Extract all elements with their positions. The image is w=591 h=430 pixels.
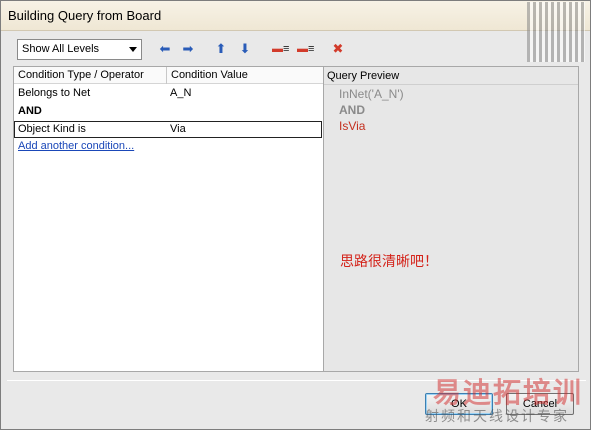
condition-type-cell[interactable]: Object Kind is [18,123,86,135]
watermark-tagline: 射频和天线设计专家 [425,408,569,424]
preview-line: InNet('A_N') [339,87,404,101]
watermark-logo-text: 易迪拓培训 [433,377,584,408]
window-title: Building Query from Board [8,8,162,23]
chevron-down-icon [129,47,137,52]
toolbar: Show All Levels ⬅ ➡ ⬆ ⬇ ▬≡ ▬≡ ✖ [7,37,584,63]
operator-cell[interactable]: AND [18,105,42,117]
arrow-down-icon[interactable]: ⬇ [237,41,253,57]
condition-value-cell[interactable]: Via [170,123,186,135]
query-builder-dialog: Building Query from Board 微信联系 Show All … [0,0,591,430]
query-editor-area: Condition Type / Operator Condition Valu… [13,66,579,372]
query-preview-panel: Query Preview InNet('A_N') AND IsVia 思路很… [324,67,578,371]
arrow-up-icon[interactable]: ⬆ [213,41,229,57]
preview-line: AND [339,103,365,117]
column-separator[interactable] [166,67,167,84]
level-select-value: Show All Levels [22,43,100,55]
insert-above-icon[interactable]: ▬≡ [272,41,289,57]
column-header-value[interactable]: Condition Value [171,69,248,81]
title-bar: Building Query from Board [1,1,590,31]
add-condition-link[interactable]: Add another condition... [18,140,134,152]
condition-type-cell[interactable]: Belongs to Net [18,87,90,99]
arrow-right-icon[interactable]: ➡ [180,41,196,57]
annotation-text: 思路很清晰吧！ [340,254,438,270]
column-header-type[interactable]: Condition Type / Operator [18,69,144,81]
divider [324,84,578,85]
preview-title: Query Preview [327,70,400,82]
insert-below-icon[interactable]: ▬≡ [297,41,314,57]
table-row[interactable]: AND [14,103,323,120]
table-row-selected[interactable]: Object Kind is Via [14,121,322,138]
level-select[interactable]: Show All Levels [17,39,142,60]
preview-line: IsVia [339,119,366,133]
condition-value-cell[interactable]: A_N [170,87,191,99]
arrow-left-icon[interactable]: ⬅ [157,41,173,57]
grid-header: Condition Type / Operator Condition Valu… [14,67,323,84]
table-row[interactable]: Belongs to Net A_N [14,85,323,102]
delete-icon[interactable]: ✖ [330,41,346,57]
condition-grid: Condition Type / Operator Condition Valu… [14,67,324,371]
